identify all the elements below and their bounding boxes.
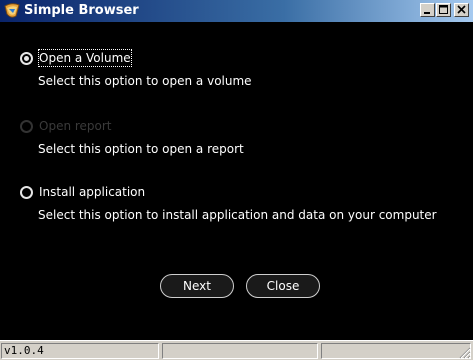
option-description-open-report: Select this option to open a report <box>38 142 244 156</box>
option-label-open-report: Open report <box>39 119 112 133</box>
option-description-install-application: Select this option to install applicatio… <box>38 208 437 222</box>
minimize-button[interactable] <box>420 3 435 17</box>
status-cell-3 <box>321 343 471 359</box>
close-window-button[interactable] <box>454 3 469 17</box>
main-content: Open a Volume Select this option to open… <box>0 22 473 340</box>
minimize-icon <box>424 12 430 14</box>
app-window: Simple Browser Open a Volume Select this… <box>0 0 473 360</box>
close-button[interactable]: Close <box>246 274 320 298</box>
option-open-volume[interactable]: Open a Volume <box>20 49 132 67</box>
radio-install-application[interactable] <box>20 185 33 199</box>
window-title: Simple Browser <box>24 3 139 18</box>
app-icon <box>3 2 21 20</box>
radio-open-report <box>20 119 33 133</box>
resize-grip-icon[interactable] <box>459 347 471 359</box>
maximize-icon <box>439 5 448 14</box>
status-bar: v1.0.4 <box>0 340 473 360</box>
title-bar[interactable]: Simple Browser <box>0 0 473 22</box>
next-button[interactable]: Next <box>160 274 234 298</box>
option-label-open-volume: Open a Volume <box>38 49 132 67</box>
status-cell-2 <box>162 343 318 359</box>
status-version: v1.0.4 <box>1 343 159 359</box>
option-description-open-volume: Select this option to open a volume <box>38 74 252 88</box>
radio-open-volume[interactable] <box>20 51 33 65</box>
option-label-install-application: Install application <box>39 185 146 199</box>
option-open-report: Open report <box>20 117 112 135</box>
option-install-application[interactable]: Install application <box>20 183 145 201</box>
maximize-button[interactable] <box>436 3 451 17</box>
close-icon <box>457 5 466 14</box>
